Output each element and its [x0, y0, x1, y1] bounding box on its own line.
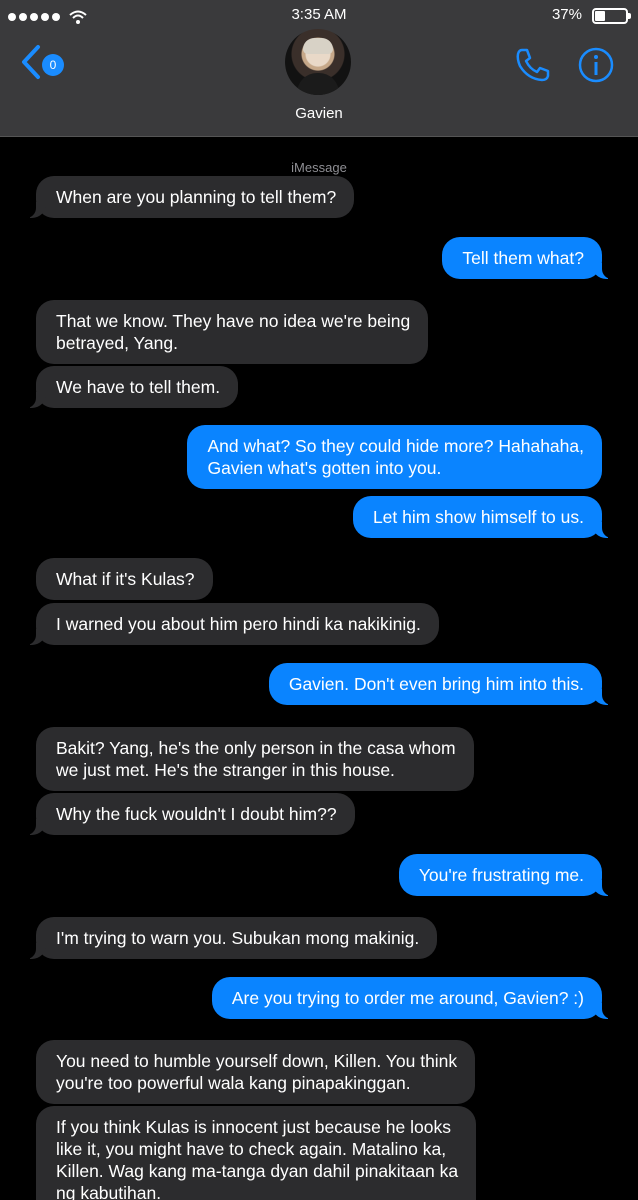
status-time: 3:35 AM [291, 6, 347, 23]
message-text: If you think Kulas is innocent just beca… [56, 1117, 451, 1137]
message-text: You need to humble yourself down, Killen… [56, 1051, 458, 1071]
message-bubble-outgoing[interactable]: You're frustrating me. [398, 854, 613, 896]
message-bubble-incoming[interactable]: You need to humble yourself down, Killen… [36, 1040, 476, 1104]
message-text: You're frustrating me. [418, 865, 584, 885]
message-text: Gavien. Don't even bring him into this. [288, 674, 584, 694]
contact-avatar[interactable] [285, 29, 351, 95]
message-bubble-incoming[interactable]: We have to tell them. [25, 366, 239, 408]
contact-name[interactable]: Gavien [0, 105, 638, 122]
message-text: you're too powerful wala kang pinapaking… [56, 1073, 411, 1093]
message-text: Are you trying to order me around, Gavie… [231, 988, 584, 1008]
message-text: And what? So they could hide more? Hahah… [207, 436, 584, 456]
message-bubble-incoming[interactable]: If you think Kulas is innocent just beca… [36, 1106, 477, 1200]
message-text: What if it's Kulas? [56, 569, 195, 589]
message-text: When are you planning to tell them? [56, 187, 337, 207]
message-text: like it, you might have to check again. … [56, 1139, 447, 1159]
unread-count-badge: 0 [42, 54, 64, 76]
info-icon[interactable] [577, 46, 615, 84]
message-text: Gavien what's gotten into you. [207, 458, 442, 478]
message-bubble-incoming[interactable]: That we know. They have no idea we're be… [36, 300, 429, 364]
message-bubble-incoming[interactable]: Bakit? Yang, he's the only person in the… [36, 727, 474, 791]
message-bubble-incoming[interactable]: I warned you about him pero hindi ka nak… [26, 603, 439, 645]
service-label: iMessage [291, 160, 347, 175]
message-bubble-outgoing[interactable]: Let him show himself to us. [352, 496, 613, 538]
conversation-header: 3:35 AM 37% 0 Gavien [0, 0, 638, 137]
message-bubble-incoming[interactable]: I'm trying to warn you. Subukan mong mak… [25, 917, 438, 959]
message-text: Tell them what? [462, 248, 584, 268]
message-bubble-outgoing[interactable]: Gavien. Don't even bring him into this. [268, 663, 613, 705]
message-bubble-outgoing[interactable]: Are you trying to order me around, Gavie… [211, 977, 613, 1019]
battery-icon [592, 8, 631, 24]
message-bubble-incoming[interactable]: Why the fuck wouldn't I doubt him?? [26, 793, 355, 835]
phone-icon[interactable] [514, 46, 552, 84]
message-text: ng kabutihan. [56, 1183, 162, 1200]
message-text: We have to tell them. [56, 377, 221, 397]
messages-screen: 3:35 AM 37% 0 Gavien iMessage When are y… [0, 0, 638, 1200]
message-bubble-outgoing[interactable]: Tell them what? [442, 237, 612, 279]
message-bubble-incoming[interactable]: What if it's Kulas? [36, 558, 213, 600]
message-text: I'm trying to warn you. Subukan mong mak… [56, 928, 420, 948]
back-chevron-icon [22, 45, 40, 79]
message-text: Let him show himself to us. [372, 507, 584, 527]
battery-percentage: 37% [551, 6, 582, 23]
message-bubble-incoming[interactable]: When are you planning to tell them? [25, 176, 355, 218]
message-text: betrayed, Yang. [56, 333, 178, 353]
message-text: Killen. Wag kang ma-tanga dyan dahil pin… [56, 1161, 459, 1181]
back-button[interactable]: 0 [20, 44, 74, 84]
message-text: I warned you about him pero hindi ka nak… [56, 614, 421, 634]
message-text: That we know. They have no idea we're be… [56, 311, 411, 331]
message-text: Why the fuck wouldn't I doubt him?? [56, 804, 337, 824]
message-text: we just met. He's the stranger in this h… [56, 760, 395, 780]
message-bubble-outgoing[interactable]: And what? So they could hide more? Hahah… [187, 425, 602, 489]
message-text: Bakit? Yang, he's the only person in the… [56, 738, 456, 758]
